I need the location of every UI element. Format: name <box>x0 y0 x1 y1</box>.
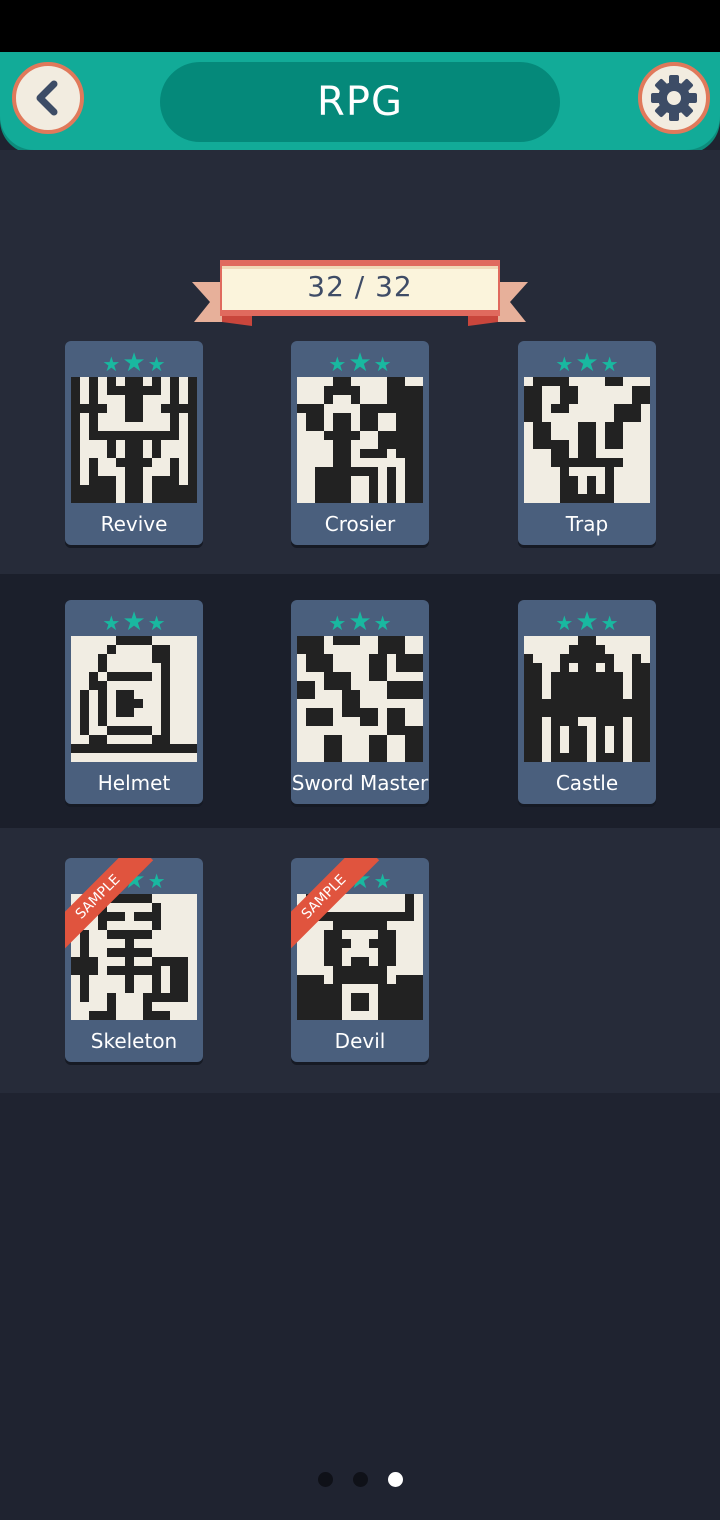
header-bar: RPG <box>0 52 720 150</box>
puzzle-card-helmet[interactable]: ★ ★ ★ Helmet <box>65 600 203 804</box>
puzzle-name: Revive <box>100 512 168 536</box>
gear-icon <box>651 75 697 121</box>
star-icon: ★ <box>373 871 392 893</box>
puzzle-name: Devil <box>334 1029 386 1053</box>
puzzle-name: Castle <box>555 771 619 795</box>
puzzle-thumbnail <box>71 636 197 762</box>
puzzle-name: Skeleton <box>90 1029 178 1053</box>
status-bar <box>0 0 720 52</box>
star-rating: ★★★ <box>65 606 203 634</box>
puzzle-thumbnail <box>524 636 650 762</box>
star-icon: ★ <box>147 871 166 893</box>
puzzle-card-skeleton[interactable]: ★★★ Skeleton SAMPLE <box>65 858 203 1062</box>
page-dot-active[interactable] <box>387 1471 403 1487</box>
star-icon: ★ <box>555 354 574 376</box>
star-icon: ★ <box>555 613 574 635</box>
star-icon: ★ <box>348 606 372 636</box>
star-rating: ★★★ <box>65 347 203 375</box>
puzzle-name: Crosier <box>324 512 396 536</box>
puzzle-card-castle[interactable]: ★ ★ ★ Castle <box>518 600 656 804</box>
pixel-art-trap <box>524 377 650 503</box>
title-pill: RPG <box>160 62 560 142</box>
star-icon: ★ <box>373 354 392 376</box>
settings-button[interactable] <box>638 62 710 134</box>
puzzle-name: Sword Master <box>291 771 429 795</box>
puzzle-thumbnail <box>524 377 650 503</box>
star-icon: ★ <box>575 347 599 377</box>
star-icon: ★ <box>328 613 347 635</box>
star-icon: ★ <box>575 606 599 636</box>
star-icon: ★ <box>600 354 619 376</box>
puzzle-card-revive[interactable]: ★ ★ ★ Revive <box>65 341 203 545</box>
puzzle-card-trap[interactable]: ★ ★ ★ Trap <box>518 341 656 545</box>
star-icon: ★ <box>373 613 392 635</box>
page-dot[interactable] <box>317 1471 333 1487</box>
puzzle-name: Trap <box>565 512 609 536</box>
star-icon: ★ <box>122 347 146 377</box>
pixel-art-sword-master <box>297 636 423 762</box>
star-icon: ★ <box>122 606 146 636</box>
puzzle-thumbnail <box>71 377 197 503</box>
star-icon: ★ <box>600 613 619 635</box>
pixel-art-crosier <box>297 377 423 503</box>
star-rating: ★★★ <box>518 347 656 375</box>
star-rating: ★★★ <box>291 347 429 375</box>
star-icon: ★ <box>102 613 121 635</box>
star-icon: ★ <box>147 613 166 635</box>
star-icon: ★ <box>328 354 347 376</box>
puzzle-card-crosier[interactable]: ★ ★ ★ Crosier <box>291 341 429 545</box>
chevron-left-icon <box>36 80 58 116</box>
puzzle-name: Helmet <box>97 771 171 795</box>
star-icon: ★ <box>147 354 166 376</box>
pixel-art-castle <box>524 636 650 762</box>
pixel-art-revive <box>71 377 197 503</box>
star-icon: ★ <box>348 347 372 377</box>
star-icon: ★ <box>102 354 121 376</box>
puzzle-thumbnail <box>297 377 423 503</box>
page-dot[interactable] <box>352 1471 368 1487</box>
puzzle-thumbnail <box>297 636 423 762</box>
back-button[interactable] <box>12 62 84 134</box>
star-rating: ★★★ <box>518 606 656 634</box>
page-indicator <box>300 1468 420 1490</box>
pixel-art-helmet <box>71 636 197 753</box>
star-rating: ★★★ <box>291 606 429 634</box>
page-title: RPG <box>317 79 403 125</box>
puzzle-card-sword-master[interactable]: ★ ★ ★ Sword Master <box>291 600 429 804</box>
progress-counter: 32 / 32 <box>307 269 413 303</box>
puzzle-card-devil[interactable]: ★★★ Devil SAMPLE <box>291 858 429 1062</box>
